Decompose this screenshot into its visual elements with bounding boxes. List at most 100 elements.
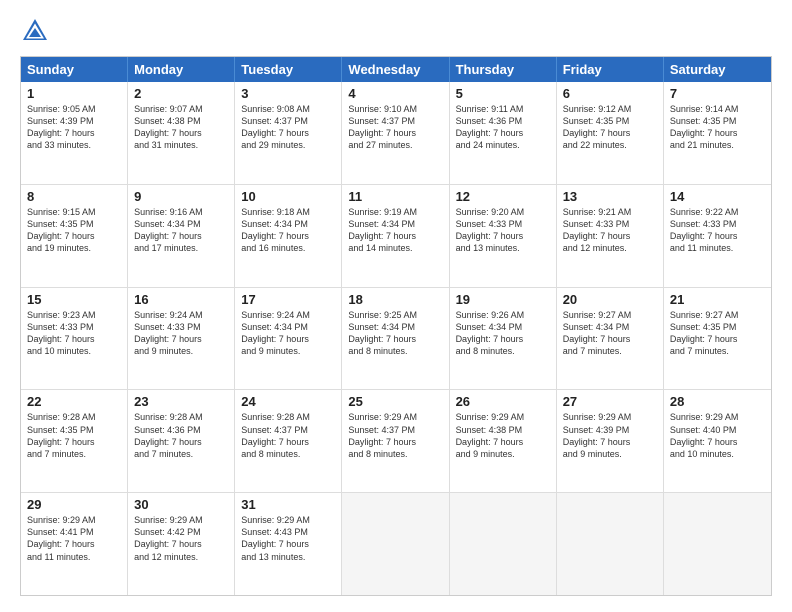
header-cell-wednesday: Wednesday [342, 57, 449, 82]
day-info: Sunrise: 9:29 AMSunset: 4:37 PMDaylight:… [348, 411, 442, 460]
day-number: 5 [456, 86, 550, 101]
day-info: Sunrise: 9:15 AMSunset: 4:35 PMDaylight:… [27, 206, 121, 255]
calendar-cell: 12 Sunrise: 9:20 AMSunset: 4:33 PMDayligh… [450, 185, 557, 287]
day-number: 27 [563, 394, 657, 409]
day-info: Sunrise: 9:24 AMSunset: 4:33 PMDaylight:… [134, 309, 228, 358]
day-number: 4 [348, 86, 442, 101]
day-info: Sunrise: 9:29 AMSunset: 4:40 PMDaylight:… [670, 411, 765, 460]
day-number: 16 [134, 292, 228, 307]
calendar-row: 22 Sunrise: 9:28 AMSunset: 4:35 PMDayligh… [21, 389, 771, 492]
calendar-cell: 29Sunrise: 9:29 AMSunset: 4:41 PMDayligh… [21, 493, 128, 595]
day-number: 6 [563, 86, 657, 101]
day-info: Sunrise: 9:24 AMSunset: 4:34 PMDaylight:… [241, 309, 335, 358]
day-info: Sunrise: 9:27 AMSunset: 4:35 PMDaylight:… [670, 309, 765, 358]
header-cell-tuesday: Tuesday [235, 57, 342, 82]
day-info: Sunrise: 9:29 AMSunset: 4:43 PMDaylight:… [241, 514, 335, 563]
calendar-cell: 30 Sunrise: 9:29 AMSunset: 4:42 PMDayligh… [128, 493, 235, 595]
calendar-row: 15 Sunrise: 9:23 AMSunset: 4:33 PMDayligh… [21, 287, 771, 390]
calendar-cell: 10 Sunrise: 9:18 AMSunset: 4:34 PMDayligh… [235, 185, 342, 287]
calendar-cell: 22 Sunrise: 9:28 AMSunset: 4:35 PMDayligh… [21, 390, 128, 492]
day-number: 28 [670, 394, 765, 409]
day-number: 19 [456, 292, 550, 307]
calendar-cell: 28 Sunrise: 9:29 AMSunset: 4:40 PMDayligh… [664, 390, 771, 492]
calendar-body: 1Sunrise: 9:05 AMSunset: 4:39 PMDaylight… [21, 82, 771, 595]
day-info: Sunrise: 9:22 AMSunset: 4:33 PMDaylight:… [670, 206, 765, 255]
calendar-cell: 9 Sunrise: 9:16 AMSunset: 4:34 PMDaylight… [128, 185, 235, 287]
day-number: 22 [27, 394, 121, 409]
day-info: Sunrise: 9:05 AMSunset: 4:39 PMDaylight:… [27, 103, 121, 152]
calendar-cell [450, 493, 557, 595]
day-info: Sunrise: 9:29 AMSunset: 4:38 PMDaylight:… [456, 411, 550, 460]
calendar-cell: 1Sunrise: 9:05 AMSunset: 4:39 PMDaylight… [21, 82, 128, 184]
calendar-cell: 26Sunrise: 9:29 AMSunset: 4:38 PMDayligh… [450, 390, 557, 492]
day-info: Sunrise: 9:29 AMSunset: 4:41 PMDaylight:… [27, 514, 121, 563]
day-info: Sunrise: 9:14 AMSunset: 4:35 PMDaylight:… [670, 103, 765, 152]
day-info: Sunrise: 9:16 AMSunset: 4:34 PMDaylight:… [134, 206, 228, 255]
day-number: 3 [241, 86, 335, 101]
day-info: Sunrise: 9:29 AMSunset: 4:42 PMDaylight:… [134, 514, 228, 563]
calendar-cell [557, 493, 664, 595]
calendar-cell: 7Sunrise: 9:14 AMSunset: 4:35 PMDaylight… [664, 82, 771, 184]
header-cell-sunday: Sunday [21, 57, 128, 82]
header-cell-saturday: Saturday [664, 57, 771, 82]
day-number: 31 [241, 497, 335, 512]
day-number: 20 [563, 292, 657, 307]
day-number: 9 [134, 189, 228, 204]
day-info: Sunrise: 9:10 AMSunset: 4:37 PMDaylight:… [348, 103, 442, 152]
calendar-cell: 4 Sunrise: 9:10 AMSunset: 4:37 PMDaylight… [342, 82, 449, 184]
calendar-cell: 19 Sunrise: 9:26 AMSunset: 4:34 PMDayligh… [450, 288, 557, 390]
day-info: Sunrise: 9:26 AMSunset: 4:34 PMDaylight:… [456, 309, 550, 358]
day-number: 18 [348, 292, 442, 307]
day-number: 24 [241, 394, 335, 409]
header-cell-friday: Friday [557, 57, 664, 82]
day-number: 25 [348, 394, 442, 409]
calendar-cell: 16 Sunrise: 9:24 AMSunset: 4:33 PMDayligh… [128, 288, 235, 390]
calendar-cell: 21 Sunrise: 9:27 AMSunset: 4:35 PMDayligh… [664, 288, 771, 390]
calendar-row: 8Sunrise: 9:15 AMSunset: 4:35 PMDaylight… [21, 184, 771, 287]
day-info: Sunrise: 9:21 AMSunset: 4:33 PMDaylight:… [563, 206, 657, 255]
day-info: Sunrise: 9:20 AMSunset: 4:33 PMDaylight:… [456, 206, 550, 255]
day-info: Sunrise: 9:28 AMSunset: 4:37 PMDaylight:… [241, 411, 335, 460]
logo-icon [20, 16, 50, 46]
calendar-cell: 27 Sunrise: 9:29 AMSunset: 4:39 PMDayligh… [557, 390, 664, 492]
calendar: SundayMondayTuesdayWednesdayThursdayFrid… [20, 56, 772, 596]
day-info: Sunrise: 9:28 AMSunset: 4:35 PMDaylight:… [27, 411, 121, 460]
day-number: 10 [241, 189, 335, 204]
day-number: 17 [241, 292, 335, 307]
calendar-cell: 24 Sunrise: 9:28 AMSunset: 4:37 PMDayligh… [235, 390, 342, 492]
header [20, 16, 772, 46]
day-number: 30 [134, 497, 228, 512]
calendar-cell: 15 Sunrise: 9:23 AMSunset: 4:33 PMDayligh… [21, 288, 128, 390]
calendar-cell: 14 Sunrise: 9:22 AMSunset: 4:33 PMDayligh… [664, 185, 771, 287]
calendar-cell: 20Sunrise: 9:27 AMSunset: 4:34 PMDayligh… [557, 288, 664, 390]
day-info: Sunrise: 9:18 AMSunset: 4:34 PMDaylight:… [241, 206, 335, 255]
day-number: 23 [134, 394, 228, 409]
day-number: 14 [670, 189, 765, 204]
calendar-header: SundayMondayTuesdayWednesdayThursdayFrid… [21, 57, 771, 82]
day-number: 12 [456, 189, 550, 204]
day-number: 13 [563, 189, 657, 204]
day-number: 21 [670, 292, 765, 307]
calendar-cell: 6 Sunrise: 9:12 AMSunset: 4:35 PMDaylight… [557, 82, 664, 184]
day-info: Sunrise: 9:25 AMSunset: 4:34 PMDaylight:… [348, 309, 442, 358]
day-info: Sunrise: 9:23 AMSunset: 4:33 PMDaylight:… [27, 309, 121, 358]
calendar-cell [664, 493, 771, 595]
day-info: Sunrise: 9:28 AMSunset: 4:36 PMDaylight:… [134, 411, 228, 460]
day-info: Sunrise: 9:29 AMSunset: 4:39 PMDaylight:… [563, 411, 657, 460]
calendar-cell: 17 Sunrise: 9:24 AMSunset: 4:34 PMDayligh… [235, 288, 342, 390]
calendar-cell: 31 Sunrise: 9:29 AMSunset: 4:43 PMDayligh… [235, 493, 342, 595]
day-number: 11 [348, 189, 442, 204]
calendar-cell: 2Sunrise: 9:07 AMSunset: 4:38 PMDaylight… [128, 82, 235, 184]
logo [20, 16, 54, 46]
day-info: Sunrise: 9:12 AMSunset: 4:35 PMDaylight:… [563, 103, 657, 152]
calendar-cell: 18 Sunrise: 9:25 AMSunset: 4:34 PMDayligh… [342, 288, 449, 390]
day-info: Sunrise: 9:07 AMSunset: 4:38 PMDaylight:… [134, 103, 228, 152]
calendar-cell: 11 Sunrise: 9:19 AMSunset: 4:34 PMDayligh… [342, 185, 449, 287]
day-number: 15 [27, 292, 121, 307]
calendar-cell: 13 Sunrise: 9:21 AMSunset: 4:33 PMDayligh… [557, 185, 664, 287]
calendar-cell: 8Sunrise: 9:15 AMSunset: 4:35 PMDaylight… [21, 185, 128, 287]
calendar-cell: 25 Sunrise: 9:29 AMSunset: 4:37 PMDayligh… [342, 390, 449, 492]
calendar-row: 1Sunrise: 9:05 AMSunset: 4:39 PMDaylight… [21, 82, 771, 184]
header-cell-thursday: Thursday [450, 57, 557, 82]
day-info: Sunrise: 9:19 AMSunset: 4:34 PMDaylight:… [348, 206, 442, 255]
